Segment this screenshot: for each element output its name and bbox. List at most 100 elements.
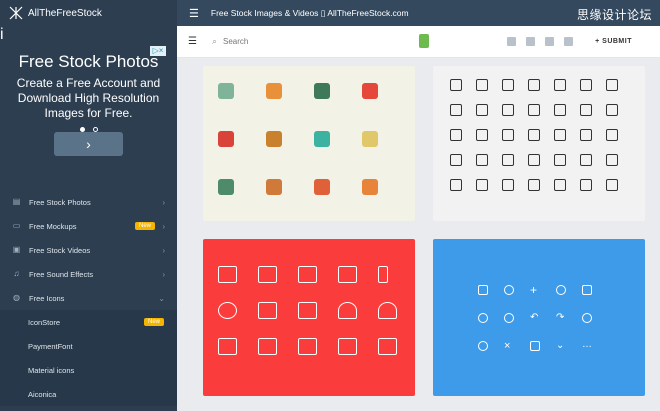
sliders-icon [476,179,488,191]
close-icon: × [504,340,511,352]
money-bag-icon [266,179,282,195]
chevron-right-icon: › [162,221,165,231]
edit-icon [218,266,237,283]
presentation-icon [450,129,462,141]
sidebar-item-free-mockups[interactable]: ▭ Free Mockups New › [0,214,177,238]
chevron-down-icon: ⌄ [158,293,165,303]
mug-icon [554,154,566,166]
sidebar-item-free-sound-effects[interactable]: ♫ Free Sound Effects › [0,262,177,286]
document-icon [580,104,592,116]
logo-icon [9,6,23,20]
new-badge: New [143,318,164,326]
social-icons [507,37,573,46]
link-icon [504,313,514,323]
sidebar-subitem-material-icons[interactable]: Material icons [0,358,177,382]
submit-button[interactable]: + SUBMIT [595,38,632,45]
flag-icon [362,83,378,99]
folder-icon [606,79,618,91]
sidebar-item-label: Free Stock Photos [29,197,91,207]
brand[interactable]: AllTheFreeStock [0,0,177,26]
microphone-icon [378,266,388,283]
lock-icon [338,338,357,355]
redo-icon: ↷ [556,312,565,323]
ad-next-button[interactable]: › [54,132,123,156]
sidebar-subitem-label: Aiconica [28,389,57,399]
users-icon [378,302,397,319]
lightning-icon [606,129,618,141]
monitor-icon: ▭ [12,221,21,230]
rss-icon[interactable] [545,37,554,46]
hamburger-menu-icon[interactable]: ☰ [189,7,199,20]
twitter-icon[interactable] [526,37,535,46]
mail-icon[interactable] [564,37,573,46]
sidebar-nav: ▤ Free Stock Photos › ▭ Free Mockups New… [0,190,177,406]
watering-can-icon [266,83,282,99]
sidebar-item-free-stock-videos[interactable]: ▣ Free Stock Videos › [0,238,177,262]
info-icon[interactable]: i [0,26,4,43]
gift-box-icon [218,131,234,147]
sidebar-item-label: Free Stock Videos [29,245,91,255]
blank-icon [418,266,437,283]
zoom-in-icon [580,179,592,191]
sidebar-item-label: Free Icons [29,293,65,303]
line-icon-grid [450,79,632,204]
id-card-icon [298,302,317,319]
scissors-icon [554,104,566,116]
globe-icon: ◍ [13,293,20,302]
search-input[interactable] [223,37,424,46]
crop-icon [554,79,566,91]
undo-icon: ↶ [530,312,539,323]
power-icon [478,341,488,351]
brush-icon [580,79,592,91]
tag-icon[interactable] [419,34,429,48]
search-icon [504,285,514,295]
gamepad-icon [502,154,514,166]
app-name: AllTheFreeStock [28,7,102,19]
book-icon [502,129,514,141]
camera-icon [554,129,566,141]
menu-icon[interactable]: ☰ [188,36,197,47]
more-icon: … [582,339,592,350]
pencil-icon [450,79,462,91]
blue-icon-grid: + ↶ ↷ × ⌄ … [478,283,634,369]
chevron-down-icon: ⌄ [556,340,565,351]
settings-icon [582,313,592,323]
block-icon [556,285,566,295]
paperclip-icon [478,313,488,323]
chevron-right-icon: › [162,269,165,279]
ad-title: Free Stock Photos [18,52,159,71]
zoom-out-icon [606,179,618,191]
colorful-icon-grid [218,83,410,227]
pen-icon [528,79,540,91]
search-icon[interactable]: ⌕ [212,36,217,47]
ad-banner[interactable]: Free Stock Photos Create a Free Account … [0,42,177,167]
plant-pot-icon [266,131,282,147]
printer-icon [450,179,462,191]
ad-body: Create a Free Account and Download High … [16,76,161,120]
skull-icon [218,83,234,99]
facebook-icon[interactable] [507,37,516,46]
video-icon: ▣ [12,245,21,254]
sidebar-subitem-label: Material icons [28,365,75,375]
plus-icon: + [530,283,538,297]
cube-icon [606,104,618,116]
user-icon [338,302,357,319]
sidebar-item-free-icons[interactable]: ◍ Free Icons ⌄ [0,286,177,310]
edit-icon [478,285,488,295]
top-bar: ☰ Free Stock Images & Videos ▯ AllTheFre… [177,0,660,26]
cart-icon [450,154,462,166]
blank-icon [608,285,618,295]
inbox-icon [258,266,277,283]
basket-icon [476,154,488,166]
sidebar-subitem-aiconica[interactable]: Aiconica [0,382,177,406]
horn-icon [362,179,378,195]
sidebar-item-free-stock-photos[interactable]: ▤ Free Stock Photos › [0,190,177,214]
new-badge: New [134,222,155,230]
archive-icon [582,285,592,295]
search-bar: ☰ ⌕ + SUBMIT [177,26,660,58]
calculator-icon [502,179,514,191]
sidebar-subitem-paymentfont[interactable]: PaymentFont [0,334,177,358]
bag-icon [528,154,540,166]
page-title: Free Stock Images & Videos ▯ AllTheFreeS… [210,7,409,18]
sidebar-subitem-iconstore[interactable]: IconStore New [0,310,177,334]
